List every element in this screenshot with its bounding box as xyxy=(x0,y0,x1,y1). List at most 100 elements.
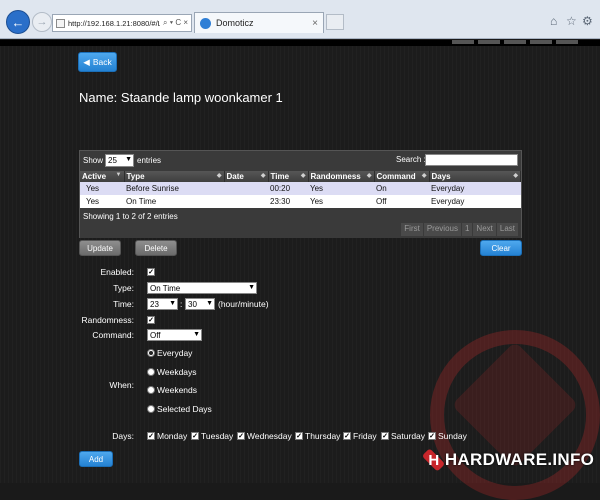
command-select-value: Off xyxy=(150,331,161,340)
when-option-label: Weekdays xyxy=(157,367,197,377)
time-label: Time: xyxy=(113,299,134,309)
day-label-thursday: Thursday xyxy=(305,431,341,441)
pager-next[interactable]: Next xyxy=(472,223,496,236)
type-select[interactable]: On Time ▼ xyxy=(147,282,257,294)
tab-close-icon[interactable]: × xyxy=(312,18,318,29)
browser-back-button[interactable]: ← xyxy=(6,10,30,34)
delete-button[interactable]: Delete xyxy=(135,240,177,256)
cell-days: Everyday xyxy=(429,182,521,195)
minute-select[interactable]: 30 ▼ xyxy=(185,298,215,310)
when-everyday-radio[interactable] xyxy=(147,349,155,357)
cell-randomness: Yes xyxy=(308,182,374,195)
nav-tab[interactable] xyxy=(530,40,552,44)
tab-title: Domoticz xyxy=(216,18,254,28)
address-controls[interactable]: ⌕ ▾ C × xyxy=(163,18,188,28)
entries-per-page-value: 25 xyxy=(108,156,117,165)
command-label: Command: xyxy=(92,330,134,340)
browser-forward-button[interactable]: → xyxy=(32,12,52,32)
table-footer: Showing 1 to 2 of 2 entries First Previo… xyxy=(80,208,521,238)
home-icon[interactable]: ⌂ xyxy=(550,14,557,28)
pager-previous[interactable]: Previous xyxy=(422,223,461,236)
cell-time: 00:20 xyxy=(268,182,308,195)
table-row[interactable]: Yes Before Sunrise 00:20 Yes On Everyday xyxy=(80,182,521,195)
day-checkbox-thursday[interactable]: ✓ xyxy=(295,432,303,440)
pager-last[interactable]: Last xyxy=(495,223,518,236)
settings-gear-icon[interactable]: ⚙ xyxy=(582,14,593,28)
favorites-star-icon[interactable]: ☆ xyxy=(566,14,577,28)
when-selected-days-radio[interactable] xyxy=(147,405,155,413)
cell-randomness: Yes xyxy=(308,195,374,208)
page-title: Name: Staande lamp woonkamer 1 xyxy=(79,90,283,105)
when-weekends-radio[interactable] xyxy=(147,386,155,394)
type-label: Type: xyxy=(113,283,134,293)
day-checkbox-saturday[interactable]: ✓ xyxy=(381,432,389,440)
cell-date xyxy=(224,195,268,208)
day-checkbox-sunday[interactable]: ✓ xyxy=(428,432,436,440)
hour-select-value: 23 xyxy=(150,300,159,309)
nav-tab[interactable] xyxy=(478,40,500,44)
time-hint: (hour/minute) xyxy=(218,299,269,309)
update-button[interactable]: Update xyxy=(79,240,121,256)
pagination: First Previous 1 Next Last xyxy=(400,223,518,236)
page-content: ◀ Back Name: Staande lamp woonkamer 1 Sh… xyxy=(0,40,600,500)
pager-first[interactable]: First xyxy=(400,223,423,236)
day-label-monday: Monday xyxy=(157,431,188,441)
day-checkbox-friday[interactable]: ✓ xyxy=(343,432,351,440)
sort-desc-icon: ▼ xyxy=(115,172,122,178)
cell-active: Yes xyxy=(80,182,124,195)
search-label: Search : xyxy=(396,155,426,164)
add-button[interactable]: Add xyxy=(79,451,113,467)
nav-tab[interactable] xyxy=(556,40,578,44)
new-tab-button[interactable] xyxy=(326,14,344,30)
nav-tab[interactable] xyxy=(504,40,526,44)
column-header-command[interactable]: Command ◆ xyxy=(374,171,430,182)
cell-type: Before Sunrise xyxy=(124,182,224,195)
column-header-active[interactable]: Active ▼ xyxy=(80,171,125,182)
entries-per-page-select[interactable]: 25 ▼ xyxy=(105,154,134,167)
timers-table: Active ▼ Type ◆ Date ◆ Time ◆ Randomness ◆ Co… xyxy=(80,171,521,208)
column-header-days[interactable]: Days ◆ xyxy=(429,171,521,182)
when-option-label: Selected Days xyxy=(157,404,212,414)
hour-select[interactable]: 23 ▼ xyxy=(147,298,178,310)
cell-type: On Time xyxy=(124,195,224,208)
enabled-checkbox[interactable]: ✓ xyxy=(147,268,155,276)
day-label-friday: Friday xyxy=(353,431,377,441)
table-header-row: Active ▼ Type ◆ Date ◆ Time ◆ Randomness ◆ Co… xyxy=(80,171,521,182)
page-icon xyxy=(56,18,65,28)
enabled-label: Enabled: xyxy=(100,267,134,277)
day-label-saturday: Saturday xyxy=(391,431,426,441)
column-header-time[interactable]: Time ◆ xyxy=(268,171,309,182)
logo-text: HARDWARE.INFO xyxy=(444,450,595,469)
clear-button[interactable]: Clear xyxy=(480,240,522,256)
column-header-date[interactable]: Date ◆ xyxy=(224,171,269,182)
column-header-type[interactable]: Type ◆ xyxy=(124,171,225,182)
show-label: Show xyxy=(83,156,104,165)
day-checkbox-tuesday[interactable]: ✓ xyxy=(191,432,199,440)
address-bar[interactable]: http://192.168.1.21:8080/#/Lig ⌕ ▾ C × xyxy=(52,14,192,32)
nav-tab[interactable] xyxy=(452,40,474,44)
when-weekdays-radio[interactable] xyxy=(147,368,155,376)
table-row[interactable]: Yes On Time 23:30 Yes Off Everyday xyxy=(80,195,521,208)
randomness-checkbox[interactable]: ✓ xyxy=(147,316,155,324)
search-input[interactable] xyxy=(425,154,518,166)
browser-chrome: ← → http://192.168.1.21:8080/#/Lig ⌕ ▾ C… xyxy=(0,0,600,39)
arrow-left-icon: ← xyxy=(11,14,25,30)
day-label-tuesday: Tuesday xyxy=(201,431,234,441)
browser-tab[interactable]: Domoticz × xyxy=(194,12,324,33)
day-checkbox-monday[interactable]: ✓ xyxy=(147,432,155,440)
days-label: Days: xyxy=(112,431,134,441)
sort-icon: ◆ xyxy=(216,173,222,179)
chevron-down-icon: ▼ xyxy=(248,284,255,291)
command-select[interactable]: Off ▼ xyxy=(147,329,202,341)
when-option-label: Weekends xyxy=(157,385,198,395)
back-button[interactable]: ◀ Back xyxy=(78,52,117,72)
arrow-right-icon: → xyxy=(36,16,48,28)
sort-icon: ◆ xyxy=(513,173,518,179)
pager-page[interactable]: 1 xyxy=(460,223,473,236)
type-select-value: On Time xyxy=(150,284,181,293)
column-header-randomness[interactable]: Randomness ◆ xyxy=(308,171,375,182)
time-separator: : xyxy=(180,299,183,309)
day-checkbox-wednesday[interactable]: ✓ xyxy=(237,432,245,440)
timers-table-panel: Show 25 ▼ entries Search : Active ▼ Type ◆… xyxy=(79,150,522,238)
back-button-label: Back xyxy=(92,57,112,67)
